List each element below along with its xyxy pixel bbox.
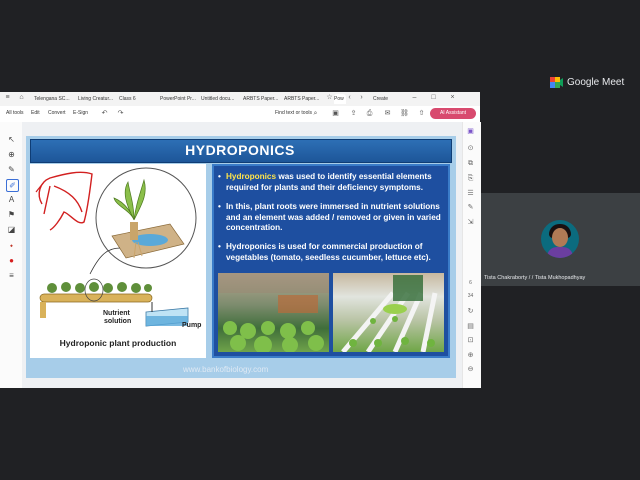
eraser-icon[interactable]: ◪ (6, 224, 17, 235)
edit-button[interactable]: Edit (31, 110, 40, 116)
cursor-icon[interactable]: ↖ (6, 134, 17, 145)
home-icon[interactable]: ⌂ (17, 93, 26, 102)
tab-arbts-paper-1[interactable]: ARBTS Paper... (243, 94, 279, 104)
save-icon[interactable]: ▣ (331, 109, 340, 118)
fit-page-icon[interactable]: ⊡ (465, 335, 476, 346)
search-icon[interactable]: ⌕ (311, 109, 320, 118)
attach-icon[interactable]: ⎘ (465, 173, 476, 184)
export-icon[interactable]: ⇲ (465, 217, 476, 228)
zoom-icon[interactable]: ⊕ (6, 149, 17, 160)
nutrient-label: Nutrient (103, 310, 130, 317)
share-icon[interactable]: ⇧ (417, 109, 426, 118)
pen-icon[interactable]: ✎ (6, 164, 17, 175)
all-tools-button[interactable]: All tools (6, 110, 24, 116)
bullet-3-text: Hydroponics is used for commercial produ… (226, 242, 431, 262)
bullet-2-text: In this, plant roots were immersed in nu… (226, 202, 441, 232)
chevron-right-icon[interactable]: › (357, 93, 366, 102)
browser-tab-bar (0, 92, 480, 107)
meet-brand-label: Google Meet (567, 77, 625, 88)
participant-name: Tista Chakraborty / / Tista Mukhopadhyay (484, 275, 586, 281)
record-icon[interactable]: ● (6, 255, 17, 266)
text-icon[interactable]: A (6, 194, 17, 205)
convert-button[interactable]: Convert (48, 110, 66, 116)
page-number[interactable]: 6 (465, 278, 476, 289)
bullet-1-highlight: Hydroponics (226, 172, 277, 181)
page-total: 34 (467, 293, 474, 299)
comment-icon[interactable]: ▣ (465, 126, 476, 137)
upload-icon[interactable]: ⇪ (349, 109, 358, 118)
grid-icon[interactable]: ≡ (3, 93, 12, 102)
ai-assistant-button[interactable]: AI Assistant (430, 108, 476, 119)
chevron-left-icon[interactable]: ‹ (345, 93, 354, 102)
bullet-2: In this, plant roots were immersed in nu… (218, 202, 442, 234)
diagram-caption: Hydroponic plant production (59, 338, 177, 348)
hydroponic-diagram (35, 167, 197, 327)
bookmark-icon[interactable]: ⊙ (465, 143, 476, 154)
tab-untitled-doc[interactable]: Untitled docu... (201, 94, 237, 104)
layers-icon[interactable]: ☰ (465, 188, 476, 199)
star-icon[interactable]: ☆ (325, 93, 334, 102)
redo-icon[interactable]: ↷ (116, 109, 125, 118)
create-button[interactable]: Create (373, 94, 399, 104)
tab-telangana[interactable]: Telengana SC... (34, 94, 72, 104)
file-icon[interactable]: ▤ (465, 321, 476, 332)
greenhouse-lettuce-photo-detail (218, 273, 329, 352)
meet-camera-icon (550, 77, 563, 88)
tab-class-6[interactable]: Class 6 (119, 94, 155, 104)
esign-button[interactable]: E-Sign (73, 110, 88, 116)
slide-title: HYDROPONICS (185, 142, 295, 158)
zoom-out-icon[interactable]: ⊖ (465, 364, 476, 375)
zoom-in-icon[interactable]: ⊕ (465, 350, 476, 361)
watermark: www.bankofbiology.com (183, 365, 269, 374)
highlighter-icon[interactable]: ✐ (6, 179, 19, 192)
find-tools-input[interactable]: Find text or tools (275, 110, 312, 116)
tab-powerpoint[interactable]: PowerPoint Pr... (160, 94, 196, 104)
stamp-icon[interactable]: ⚑ (6, 209, 17, 220)
bullet-1: Hydroponics was used to identify essenti… (218, 172, 442, 193)
tab-arbts-paper-2[interactable]: ARBTS Paper... (284, 94, 320, 104)
tab-living-creatures[interactable]: Living Creatur... (78, 94, 114, 104)
mail-icon[interactable]: ✉ (383, 109, 392, 118)
undo-icon[interactable]: ↶ (100, 109, 109, 118)
link-icon[interactable]: ⛓ (400, 109, 409, 118)
notes-icon[interactable]: ✎ (465, 202, 476, 213)
menu-icon[interactable]: ≡ (6, 270, 17, 281)
pump-label: Pump (182, 322, 202, 329)
google-meet-logo: Google Meet (550, 77, 624, 88)
bullet-3: Hydroponics is used for commercial produ… (218, 242, 442, 263)
nft-channel-photo-detail (341, 275, 438, 352)
minimize-icon[interactable]: – (410, 93, 419, 102)
marker-icon[interactable]: ⬩ (6, 240, 17, 251)
solution-label: solution (104, 318, 132, 325)
print-icon[interactable]: ⎙ (365, 109, 374, 118)
copy-icon[interactable]: ⧉ (465, 158, 476, 169)
close-icon[interactable]: × (448, 93, 457, 102)
maximize-icon[interactable]: □ (429, 93, 438, 102)
refresh-icon[interactable]: ↻ (465, 306, 476, 317)
participant-avatar (541, 220, 579, 258)
